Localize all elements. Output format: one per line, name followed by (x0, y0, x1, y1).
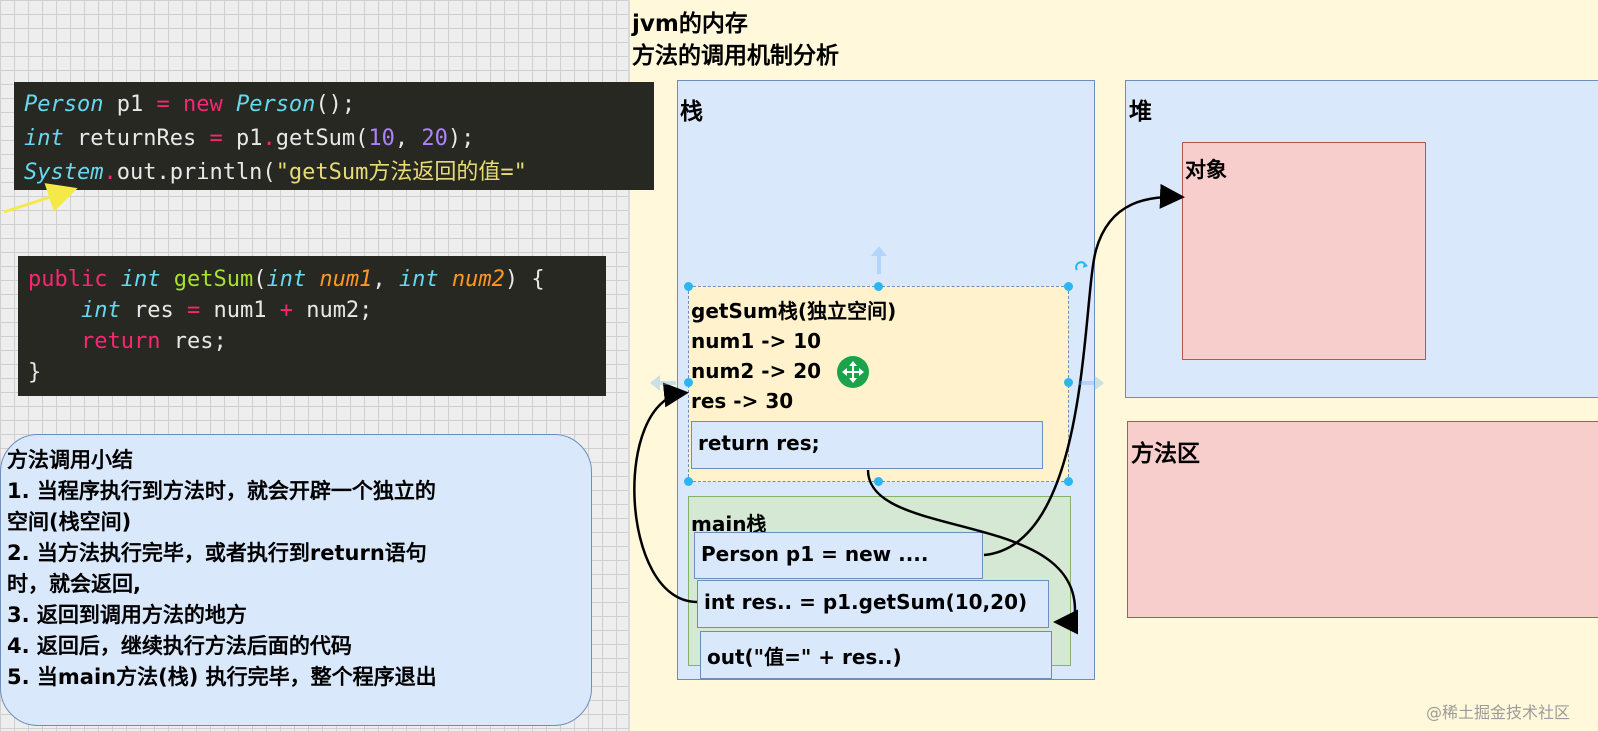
move-cursor-icon (837, 356, 869, 388)
watermark: @稀土掘金技术社区 (1425, 703, 1570, 722)
connector-layer (3, 183, 1185, 635)
resize-arrow-icons (650, 246, 1104, 391)
pointer-arrow-icon (3, 183, 78, 214)
return-arrow (866, 469, 1079, 635)
call-arrow (633, 382, 698, 604)
rotate-handle-icon[interactable] (1075, 261, 1088, 271)
reference-arrow (983, 183, 1185, 557)
